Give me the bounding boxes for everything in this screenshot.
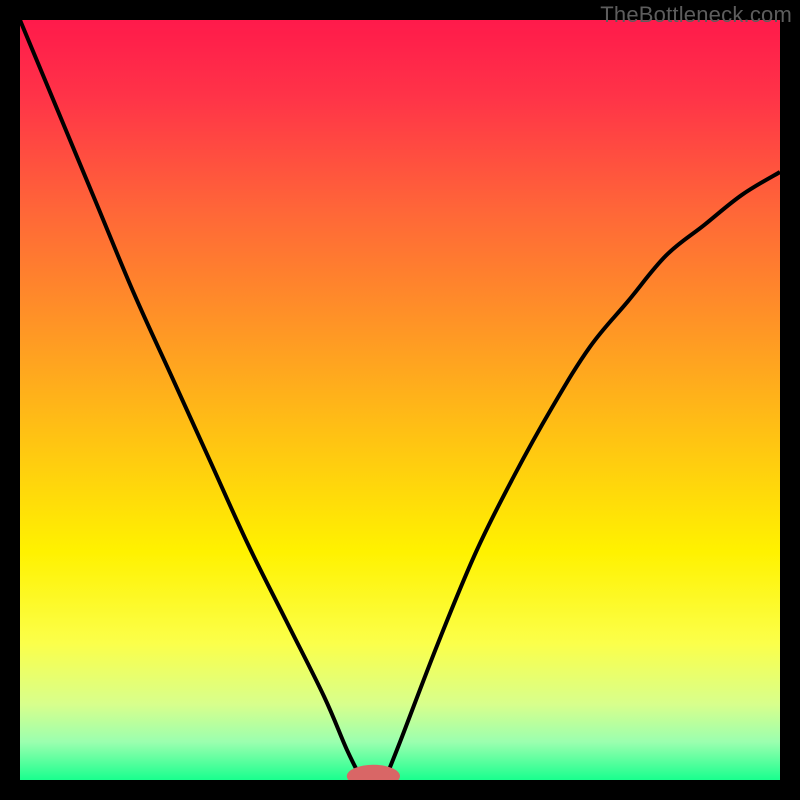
chart-svg xyxy=(20,20,780,780)
background-rect xyxy=(20,20,780,780)
chart-frame xyxy=(20,20,780,780)
watermark-text: TheBottleneck.com xyxy=(600,2,792,28)
